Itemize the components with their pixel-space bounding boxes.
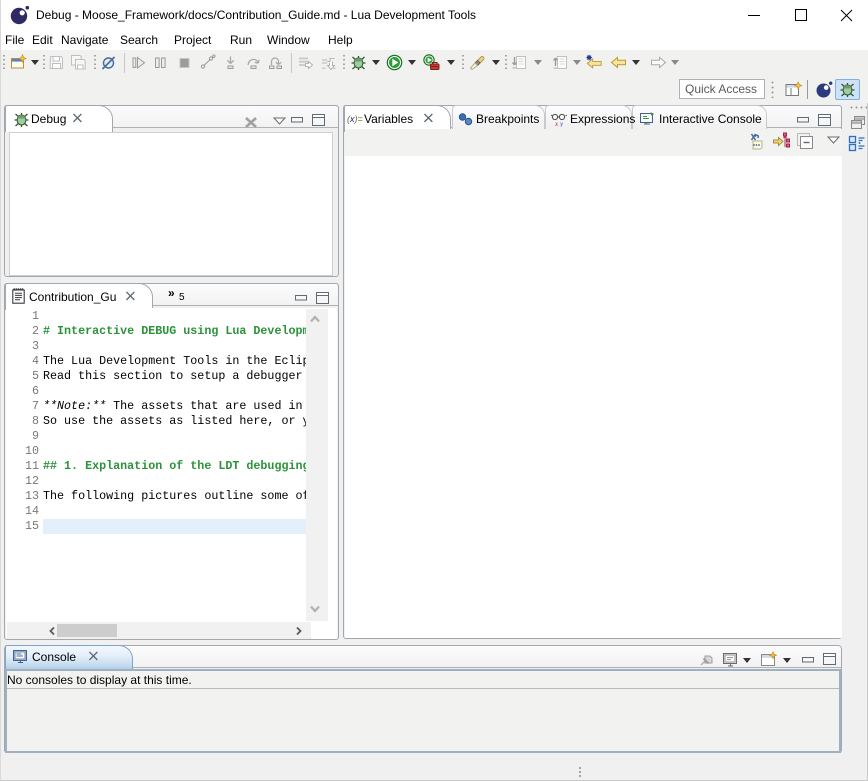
svg-text:y: y: [559, 120, 564, 127]
svg-text:x: x: [554, 120, 559, 127]
